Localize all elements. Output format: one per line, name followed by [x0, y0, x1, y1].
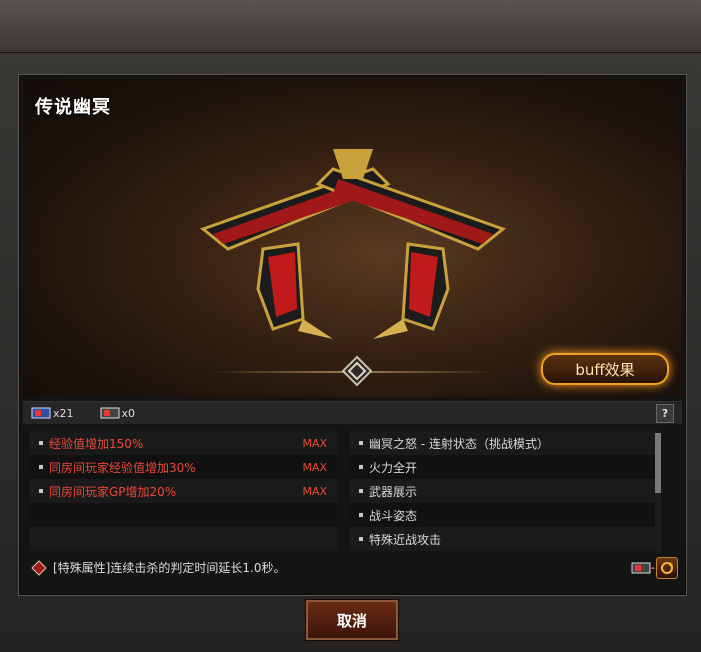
feature-list: 幽冥之怒 - 连射状态（挑战模式） 火力全开 武器展示 战斗姿态 特殊近战攻击: [349, 431, 661, 553]
card-count-2-text: x0: [121, 406, 136, 420]
bonus-list: 经验值增加150% MAX 同房间玩家经验值增加30% MAX 同房间玩家GP增加2…: [29, 431, 337, 551]
feature-text: 武器展示: [369, 484, 418, 499]
weapon-title: 传说幽冥: [35, 97, 111, 118]
weapon-panel: 传说幽冥 buff效果 x21 x0 ? 经验值增加150% MAX 同房间玩家…: [18, 74, 687, 596]
list-item: 特殊近战攻击: [349, 527, 659, 551]
card-icon: [100, 407, 120, 419]
bonus-text: 经验值增加150%: [49, 436, 144, 451]
list-item: 同房间玩家GP增加20% MAX: [29, 479, 337, 503]
feature-text: 火力全开: [369, 460, 418, 475]
list-item: 经验值增加150% MAX: [29, 431, 337, 455]
bullet-icon: [39, 489, 43, 493]
bullet-icon: [39, 465, 43, 469]
attribute-lists: 经验值增加150% MAX 同房间玩家经验值增加30% MAX 同房间玩家GP增加2…: [29, 431, 675, 555]
list-item: 幽冥之怒 - 连射状态（挑战模式）: [349, 431, 659, 455]
emblem-icon: [341, 355, 373, 387]
max-label: MAX: [302, 460, 327, 474]
game-window: 传说幽冥 buff效果 x21 x0 ? 经验值增加150% MAX 同房间玩家…: [0, 0, 701, 652]
special-attribute-text: [特殊属性]连续击杀的判定时间延长1.0秒。: [53, 561, 286, 575]
card-icon: [31, 407, 51, 419]
bullet-icon: [359, 489, 363, 493]
buff-effect-button[interactable]: buff效果: [541, 353, 669, 385]
feature-text: 战斗姿态: [369, 508, 418, 523]
scrollbar-thumb[interactable]: [655, 433, 661, 493]
list-item: 武器展示: [349, 479, 659, 503]
bullet-icon: [359, 441, 363, 445]
feature-text: 幽冥之怒 - 连射状态（挑战模式）: [369, 436, 549, 451]
bonus-text: 同房间玩家GP增加20%: [49, 484, 177, 499]
list-item: [29, 503, 337, 527]
special-attribute: [特殊属性]连续击杀的判定时间延长1.0秒。: [31, 559, 285, 576]
scrollbar[interactable]: [655, 433, 661, 553]
cancel-button[interactable]: 取消: [306, 600, 398, 640]
weapon-showcase: 传说幽冥 buff效果: [23, 79, 682, 397]
help-button[interactable]: ?: [656, 404, 674, 423]
list-item: 同房间玩家经验值增加30% MAX: [29, 455, 337, 479]
card-icon: [631, 562, 651, 573]
dual-pistol-image: [199, 149, 507, 339]
card-count-1: x21: [31, 407, 74, 420]
refresh-button[interactable]: [656, 557, 678, 579]
star-icon: [31, 559, 47, 576]
bullet-icon: [39, 441, 43, 445]
refresh-icon: [661, 562, 673, 574]
bullet-icon: [359, 537, 363, 541]
max-label: MAX: [302, 436, 327, 450]
list-item: 火力全开: [349, 455, 659, 479]
bullet-icon: [359, 465, 363, 469]
list-item: [29, 527, 337, 551]
bullet-icon: [359, 513, 363, 517]
card-count-2: x0: [100, 406, 136, 420]
card-count-1-text: x21: [53, 406, 74, 420]
max-label: MAX: [302, 484, 327, 498]
bonus-text: 同房间玩家经验值增加30%: [49, 460, 196, 475]
feature-text: 特殊近战攻击: [369, 532, 442, 547]
list-item: 战斗姿态: [349, 503, 659, 527]
card-count-bar: x21 x0 ?: [23, 401, 682, 424]
